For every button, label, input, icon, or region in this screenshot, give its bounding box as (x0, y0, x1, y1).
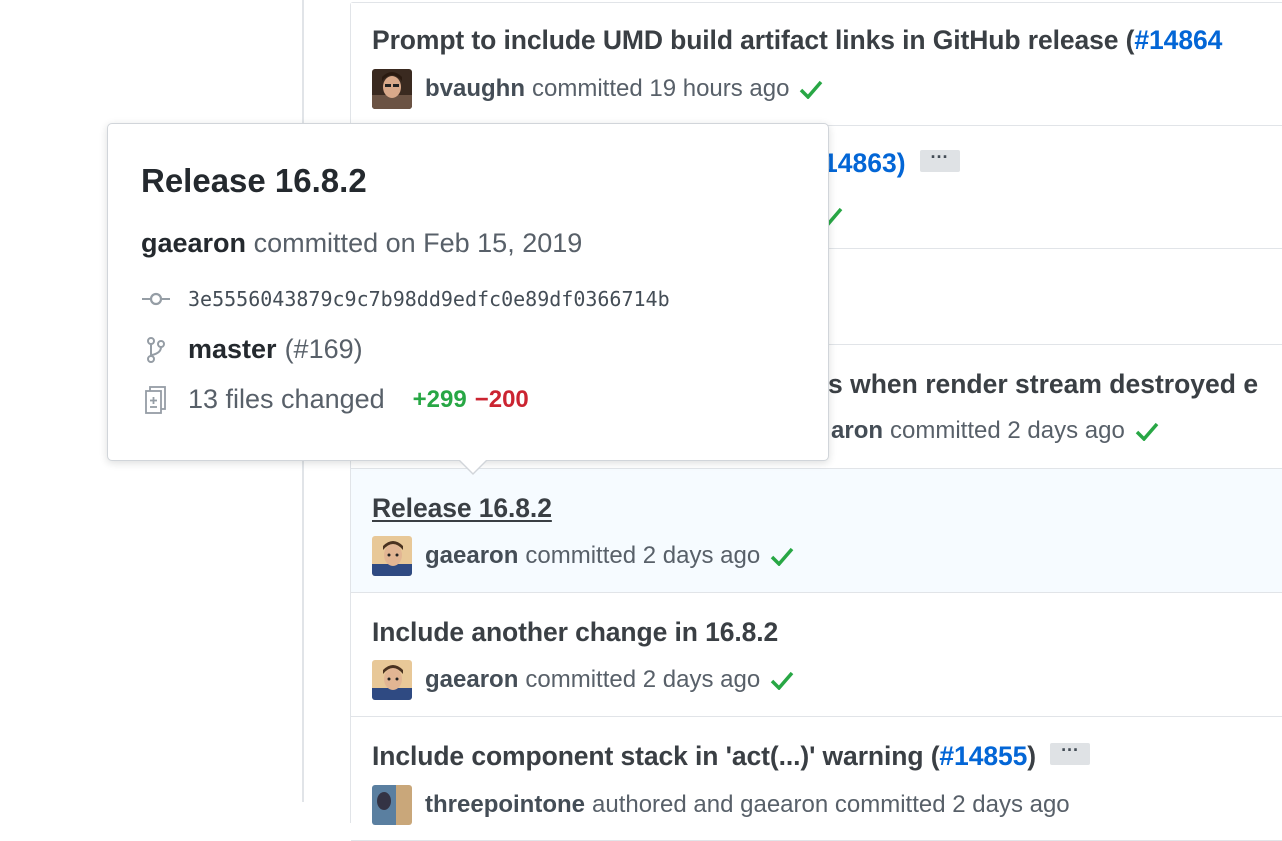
commit-meta: aron committed 2 days ago (831, 411, 1159, 451)
commit-author[interactable]: aron (831, 417, 883, 445)
commit-author[interactable]: bvaughn (425, 75, 525, 103)
git-branch-icon (141, 335, 171, 365)
hovercard-sha-row: 3e5556043879c9c7b98dd9edfc0e89df0366714b (141, 284, 670, 314)
commit-meta: gaearon committed 2 days ago (372, 536, 794, 576)
hovercard-caret-fill (459, 459, 487, 473)
commit-icon (141, 284, 171, 314)
commit-author[interactable]: threepointone (425, 791, 585, 819)
commit-title-end[interactable]: ) (1027, 741, 1036, 771)
commit-author[interactable]: gaearon (425, 666, 518, 694)
commit-row: Release 16.8.2 gaearon committed 2 days … (351, 469, 1282, 593)
pr-link[interactable]: #14864 (1134, 25, 1222, 55)
check-icon[interactable] (799, 79, 823, 99)
branch-pr-link[interactable]: (#169) (285, 334, 363, 365)
commit-meta: bvaughn committed 19 hours ago (372, 69, 823, 109)
hovercard-committer[interactable]: gaearon (141, 228, 246, 258)
commit-row: Include another change in 16.8.2 gaearon… (351, 593, 1282, 717)
expand-message-button[interactable]: ··· (1050, 741, 1090, 765)
commit-sha[interactable]: 3e5556043879c9c7b98dd9edfc0e89df0366714b (188, 287, 670, 311)
avatar[interactable] (372, 660, 412, 700)
hovercard-commit-date: committed on Feb 15, 2019 (253, 228, 583, 258)
branch-name[interactable]: master (188, 334, 277, 365)
commit-time: authored and gaearon committed 2 days ag… (592, 791, 1070, 818)
commit-row: Prompt to include UMD build artifact lin… (351, 3, 1282, 126)
pr-link[interactable]: #14855 (939, 741, 1027, 771)
hovercard-title[interactable]: Release 16.8.2 (141, 162, 367, 200)
commit-meta: threepointone authored and gaearon commi… (372, 785, 1070, 825)
commit-title[interactable]: Include another change in 16.8.2 (372, 617, 778, 648)
deletions-count: −200 (474, 385, 529, 413)
commit-meta: gaearon committed 2 days ago (372, 660, 794, 700)
commit-hovercard: Release 16.8.2 gaearon committed on Feb … (107, 123, 829, 475)
commit-title[interactable]: s when render stream destroyed e (828, 369, 1258, 400)
check-icon[interactable] (1135, 421, 1159, 441)
additions-count: +299 (412, 385, 467, 413)
avatar[interactable] (372, 536, 412, 576)
hovercard-files-row: 13 files changed +299 −200 (141, 384, 529, 415)
commit-time: committed 19 hours ago (532, 75, 790, 102)
expand-message-button[interactable]: ··· (919, 148, 960, 172)
commit-title[interactable]: 14863) ··· (823, 148, 960, 179)
check-icon[interactable] (770, 546, 794, 566)
check-icon[interactable] (770, 670, 794, 690)
hovercard-committer-line: gaearon committed on Feb 15, 2019 (141, 228, 582, 259)
commit-title-text[interactable]: Include component stack in 'act(...)' wa… (372, 741, 940, 771)
pr-link[interactable]: 14863) (823, 148, 906, 178)
avatar[interactable] (372, 785, 412, 825)
commit-author[interactable]: gaearon (425, 542, 518, 570)
commit-title[interactable]: Include component stack in 'act(...)' wa… (372, 741, 1090, 772)
commit-time: committed 2 days ago (525, 666, 761, 693)
commit-title[interactable]: Release 16.8.2 (372, 493, 552, 524)
commit-title-text[interactable]: Prompt to include UMD build artifact lin… (372, 25, 1135, 55)
hovercard-branch-row: master (#169) (141, 334, 363, 365)
avatar[interactable] (372, 69, 412, 109)
files-changed[interactable]: 13 files changed (188, 384, 385, 415)
file-diff-icon (141, 385, 171, 415)
commit-time: committed 2 days ago (890, 417, 1125, 444)
commit-row: Include component stack in 'act(...)' wa… (351, 717, 1282, 841)
commit-time: committed 2 days ago (525, 542, 761, 569)
commit-title[interactable]: Prompt to include UMD build artifact lin… (372, 25, 1222, 56)
